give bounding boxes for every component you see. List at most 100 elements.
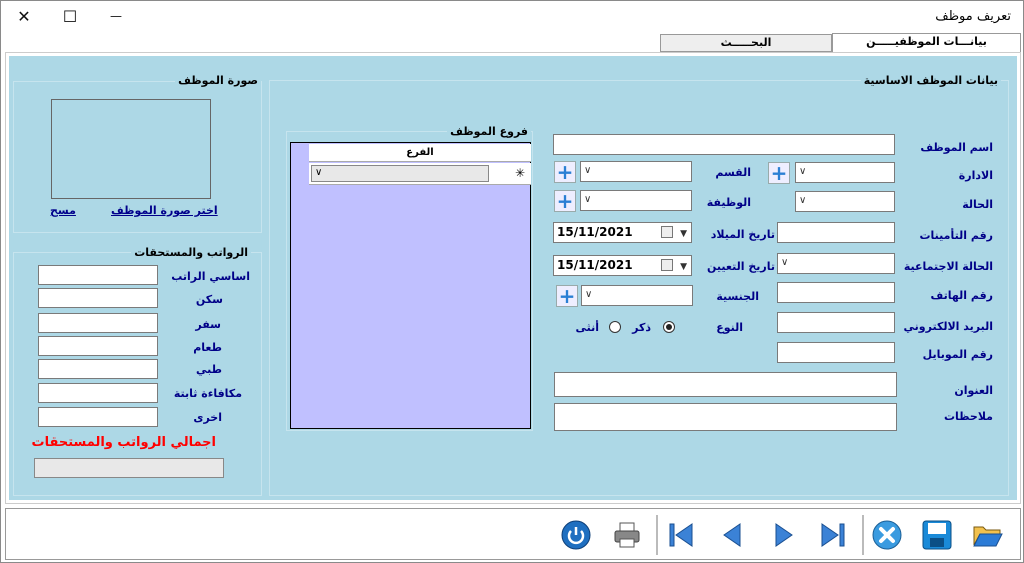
open-folder-icon (973, 526, 1003, 547)
close-button[interactable]: ✕ (1, 1, 47, 31)
new-row-marker-icon: ✳ (514, 166, 525, 180)
table-row[interactable]: ∨ ✳ (309, 163, 531, 185)
add-dept-button[interactable]: + (554, 161, 576, 183)
clear-photo-link[interactable]: مسح (50, 204, 76, 217)
maximize-icon: ☐ (62, 6, 78, 26)
medical-input[interactable] (38, 359, 158, 379)
minimize-icon: — (110, 9, 122, 23)
minimize-button[interactable]: — (93, 1, 139, 31)
fixed-bonus-input[interactable] (38, 383, 158, 403)
first-record-button[interactable] (664, 519, 698, 551)
total-salary-field (34, 458, 224, 478)
dept-label: القسم (715, 166, 751, 179)
employee-panel: بيانات الموظف الاساسية اسم الموظف الادار… (9, 56, 1017, 500)
salary-item-label: سكن (195, 293, 223, 306)
birth-date-picker[interactable]: 15/11/2021 ▼ (553, 222, 692, 243)
female-radio[interactable] (609, 321, 621, 333)
dept-select[interactable]: ∨ (580, 161, 692, 182)
last-record-button[interactable] (816, 519, 850, 551)
phone-input[interactable] (777, 282, 895, 303)
previous-record-icon (723, 523, 741, 547)
add-job-button[interactable]: + (554, 190, 576, 212)
status-label: الحالة (962, 198, 993, 211)
tab-search[interactable]: البحـــــث (660, 34, 832, 52)
food-input[interactable] (38, 336, 158, 356)
next-record-button[interactable] (766, 519, 800, 551)
employee-name-input[interactable] (553, 134, 895, 155)
female-label: أنثى (575, 321, 599, 334)
total-salary-label: اجمالي الرواتب والمستحقات (31, 435, 216, 450)
birth-date-label: تاريخ الميلاد (710, 228, 775, 241)
social-status-select[interactable]: ∨ (777, 253, 895, 274)
address-label: العنوان (954, 384, 993, 397)
plus-icon: + (556, 189, 574, 213)
employee-photo[interactable] (51, 99, 211, 199)
exit-button[interactable] (559, 519, 593, 551)
save-button[interactable] (920, 519, 954, 551)
open-button[interactable] (971, 519, 1005, 551)
salary-item-label: اخرى (193, 411, 222, 424)
gender-label: النوع (716, 321, 743, 334)
insurance-input[interactable] (777, 222, 895, 243)
plus-icon: + (770, 161, 788, 185)
plus-icon: + (556, 160, 574, 184)
last-record-icon (821, 523, 845, 547)
maximize-button[interactable]: ☐ (47, 1, 93, 31)
first-record-icon (669, 523, 693, 547)
birth-date-value: 15/11/2021 (557, 225, 633, 239)
calendar-icon (661, 259, 673, 271)
status-select[interactable]: ∨ (795, 191, 895, 212)
chevron-down-icon: ∨ (585, 289, 593, 300)
salary-item-label: مكافاءة ثابتة (173, 387, 242, 400)
add-admin-button[interactable]: + (768, 162, 790, 184)
travel-input[interactable] (38, 313, 158, 333)
print-button[interactable] (610, 519, 644, 551)
previous-record-button[interactable] (716, 519, 750, 551)
dropdown-arrow-icon: ▼ (680, 262, 687, 272)
male-label: ذكر (632, 321, 651, 334)
notes-label: ملاحظات (944, 410, 993, 423)
tab-employees-data[interactable]: بيانـــات الموظفيـــــن (832, 33, 1021, 52)
nationality-select[interactable]: ∨ (581, 285, 693, 306)
chevron-down-icon: ∨ (584, 194, 592, 205)
admin-label: الادارة (958, 169, 993, 182)
salary-item-label: سفر (195, 318, 221, 331)
hire-date-label: تاريخ التعيين (707, 260, 775, 273)
insurance-label: رقم التأمينات (919, 229, 994, 242)
salary-item-label: طعام (193, 341, 222, 354)
branch-column-header[interactable]: الفرع (309, 144, 531, 162)
branch-column-title: الفرع (406, 147, 434, 158)
employee-name-label: اسم الموظف (920, 141, 993, 154)
notes-input[interactable] (554, 403, 897, 431)
window-title: تعريف موظف (935, 9, 1011, 24)
hire-date-picker[interactable]: 15/11/2021 ▼ (553, 255, 692, 276)
job-select[interactable]: ∨ (580, 190, 692, 211)
chevron-down-icon: ∨ (799, 166, 807, 177)
mobile-input[interactable] (777, 342, 895, 363)
chevron-down-icon: ∨ (315, 167, 323, 178)
cancel-icon (872, 520, 902, 550)
branch-cell-select[interactable]: ∨ (311, 165, 489, 182)
bottom-toolbar (5, 508, 1021, 560)
housing-input[interactable] (38, 288, 158, 308)
choose-photo-link[interactable]: اختر صورة الموظف (111, 204, 218, 217)
tab-content: بيانات الموظف الاساسية اسم الموظف الادار… (5, 52, 1021, 504)
address-input[interactable] (554, 372, 897, 397)
basic-salary-input[interactable] (38, 265, 158, 285)
salaries-title: الرواتب والمستحقات (131, 246, 251, 259)
male-radio[interactable] (663, 321, 675, 333)
chevron-down-icon: ∨ (799, 195, 807, 206)
email-input[interactable] (777, 312, 895, 333)
branches-grid[interactable]: الفرع ∨ ✳ (290, 142, 531, 429)
job-label: الوظيفة (706, 196, 751, 209)
cancel-button[interactable] (870, 519, 904, 551)
hire-date-value: 15/11/2021 (557, 258, 633, 272)
add-nationality-button[interactable]: + (556, 285, 578, 307)
mobile-label: رقم الموبايل (922, 348, 993, 361)
dropdown-arrow-icon: ▼ (680, 229, 687, 239)
other-input[interactable] (38, 407, 158, 427)
basic-info-title: بيانات الموظف الاساسية (860, 74, 1001, 87)
calendar-icon (661, 226, 673, 238)
salary-item-label: اساسي الراتب (171, 270, 250, 283)
admin-select[interactable]: ∨ (795, 162, 895, 183)
